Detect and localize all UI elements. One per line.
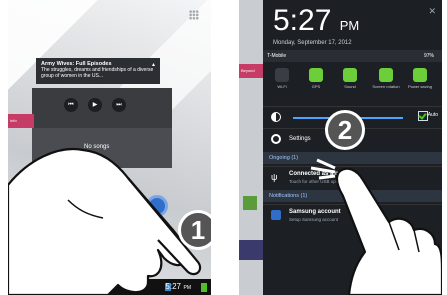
screenshot-left: Army Wives: Full Episodes The struggles,… <box>8 0 211 295</box>
screenshot-right: Beyond 5:27 PM Monday, September 17, 201… <box>239 0 442 295</box>
step-1-badge: 1 <box>178 210 211 250</box>
step-2-badge: 2 <box>325 110 365 150</box>
pointing-hand-icon <box>8 147 202 295</box>
